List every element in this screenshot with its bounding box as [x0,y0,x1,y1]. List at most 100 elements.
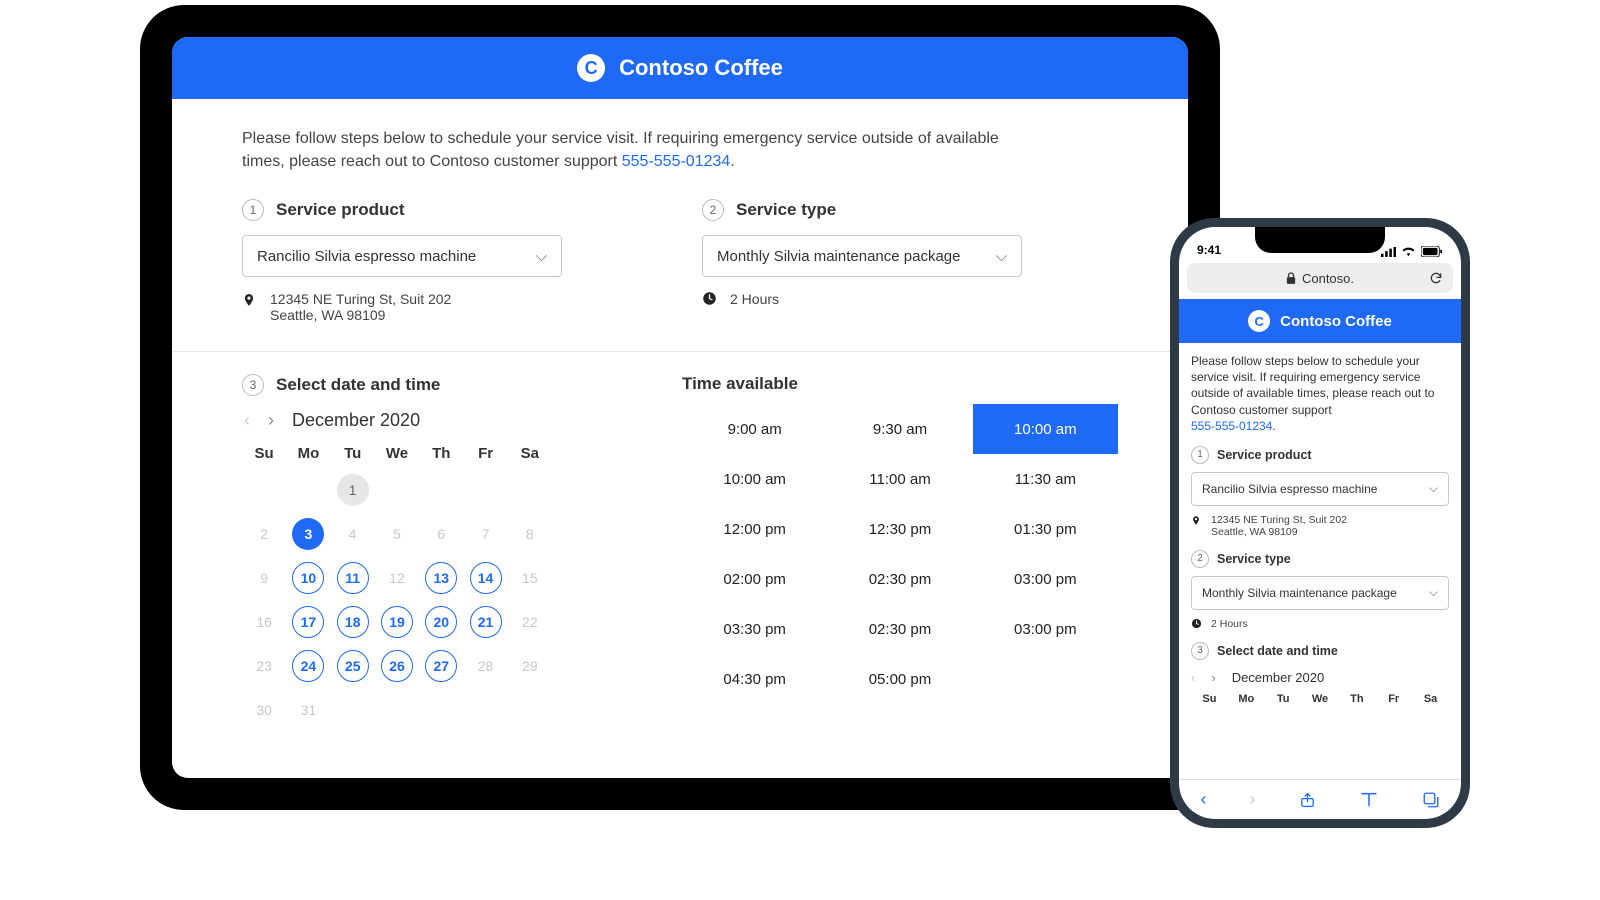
calendar-day[interactable]: 13 [419,560,463,596]
time-slot[interactable]: 03:00 pm [973,554,1118,604]
share-button[interactable] [1299,790,1316,810]
calendar-day[interactable]: 18 [331,604,375,640]
time-slot[interactable]: 10:00 am [682,454,827,504]
calendar-day [508,692,552,728]
weekday-label: Tu [1265,693,1302,705]
calendar-prev-button[interactable]: ‹ [244,410,250,431]
time-slot[interactable]: 02:30 pm [827,554,972,604]
phone-screen: 9:41 Contoso. C [1179,227,1461,819]
time-slot[interactable]: 05:00 pm [827,654,972,704]
calendar-day: 29 [508,648,552,684]
support-phone-link[interactable]: 555-555-01234 [622,153,731,170]
calendar-day[interactable]: 26 [375,648,419,684]
calendar-month-label: December 2020 [292,410,420,431]
calendar-day[interactable]: 11 [331,560,375,596]
calendar-day[interactable]: 17 [286,604,330,640]
calendar-grid: 1234567891011121314151617181920212223242… [242,472,552,728]
chevron-down-icon: ⌵ [996,248,1007,265]
calendar-day: 1 [331,472,375,508]
calendar-nav: ‹ › December 2020 [1191,670,1449,685]
calendar-day[interactable]: 21 [463,604,507,640]
calendar-day: 7 [463,516,507,552]
service-type-select[interactable]: Monthly Silvia maintenance package ⌵ [1191,576,1449,610]
step-2-badge: 2 [702,199,724,221]
calendar-day[interactable]: 14 [463,560,507,596]
forward-button[interactable]: › [1250,789,1256,810]
time-slot[interactable]: 12:00 pm [682,504,827,554]
calendar-day [419,692,463,728]
calendar-day [508,472,552,508]
weekday-label: Sa [508,445,552,462]
calendar-day: 5 [375,516,419,552]
time-available-heading: Time available [682,374,1118,394]
calendar-day[interactable]: 25 [331,648,375,684]
calendar-next-button[interactable]: › [268,410,274,431]
step-3-label: 3 Select date and time [242,374,552,396]
time-slot[interactable]: 9:00 am [682,404,827,454]
calendar-day: 22 [508,604,552,640]
time-slot[interactable]: 10:00 am [973,404,1118,454]
calendar-weekday-row: SuMoTuWeThFrSa [242,445,552,462]
phone-notch [1255,227,1385,253]
weekday-label: Mo [286,445,330,462]
calendar-day: 16 [242,604,286,640]
calendar-day [286,472,330,508]
brand-title: Contoso Coffee [1280,313,1392,330]
weekday-label: Th [1338,693,1375,705]
bookmarks-button[interactable] [1359,791,1379,808]
brand-title: Contoso Coffee [619,55,783,81]
time-slot[interactable]: 02:00 pm [682,554,827,604]
calendar-day[interactable]: 24 [286,648,330,684]
intro-text: Please follow steps below to schedule yo… [1191,353,1449,434]
brand-logo-icon: C [577,54,605,82]
step-3-label: 3 Select date and time [1191,642,1449,660]
signal-icon [1381,247,1396,257]
time-slot[interactable]: 12:30 pm [827,504,972,554]
service-duration: 2 Hours [702,291,1022,307]
time-slot[interactable]: 04:30 pm [682,654,827,704]
time-slot[interactable]: 03:30 pm [682,604,827,654]
calendar-day[interactable]: 10 [286,560,330,596]
calendar-day: 23 [242,648,286,684]
calendar-day: 31 [286,692,330,728]
calendar-next-button[interactable]: › [1211,670,1215,685]
phone-app-header: C Contoso Coffee [1179,299,1461,343]
back-button[interactable]: ‹ [1201,789,1207,810]
time-slot[interactable]: 11:00 am [827,454,972,504]
time-slot[interactable]: 03:00 pm [973,604,1118,654]
calendar-day[interactable]: 20 [419,604,463,640]
service-product-select[interactable]: Rancilio Silvia espresso machine ⌵ [242,235,562,277]
tablet-frame: C Contoso Coffee Please follow steps bel… [140,5,1220,810]
phone-frame: 9:41 Contoso. C [1170,218,1470,828]
calendar-day[interactable]: 19 [375,604,419,640]
service-type-select[interactable]: Monthly Silvia maintenance package ⌵ [702,235,1022,277]
step-2-label: 2 Service type [702,199,1022,221]
service-product-select[interactable]: Rancilio Silvia espresso machine ⌵ [1191,472,1449,506]
safari-toolbar: ‹ › [1179,779,1461,819]
calendar-day: 28 [463,648,507,684]
clock-icon [1191,618,1203,629]
calendar-day[interactable]: 27 [419,648,463,684]
tabs-button[interactable] [1422,791,1440,809]
time-slot[interactable]: 11:30 am [973,454,1118,504]
weekday-label: We [375,445,419,462]
weekday-label: Su [1191,693,1228,705]
chevron-down-icon: ⌵ [536,248,547,265]
browser-url-bar[interactable]: Contoso. [1187,263,1453,293]
time-slot[interactable]: 02:30 pm [827,604,972,654]
chevron-down-icon: ⌵ [1429,585,1438,600]
support-phone-link[interactable]: 555-555-01234 [1191,419,1272,433]
divider [172,351,1188,352]
calendar-day [419,472,463,508]
status-time: 9:41 [1197,243,1221,257]
weekday-label: Th [419,445,463,462]
calendar-day[interactable]: 3 [286,516,330,552]
calendar-day [375,472,419,508]
time-slot[interactable]: 9:30 am [827,404,972,454]
weekday-label: Su [242,445,286,462]
weekday-label: Tu [331,445,375,462]
calendar-prev-button[interactable]: ‹ [1191,670,1195,685]
time-slot[interactable]: 01:30 pm [973,504,1118,554]
step-3-badge: 3 [242,374,264,396]
refresh-icon[interactable] [1429,271,1443,285]
